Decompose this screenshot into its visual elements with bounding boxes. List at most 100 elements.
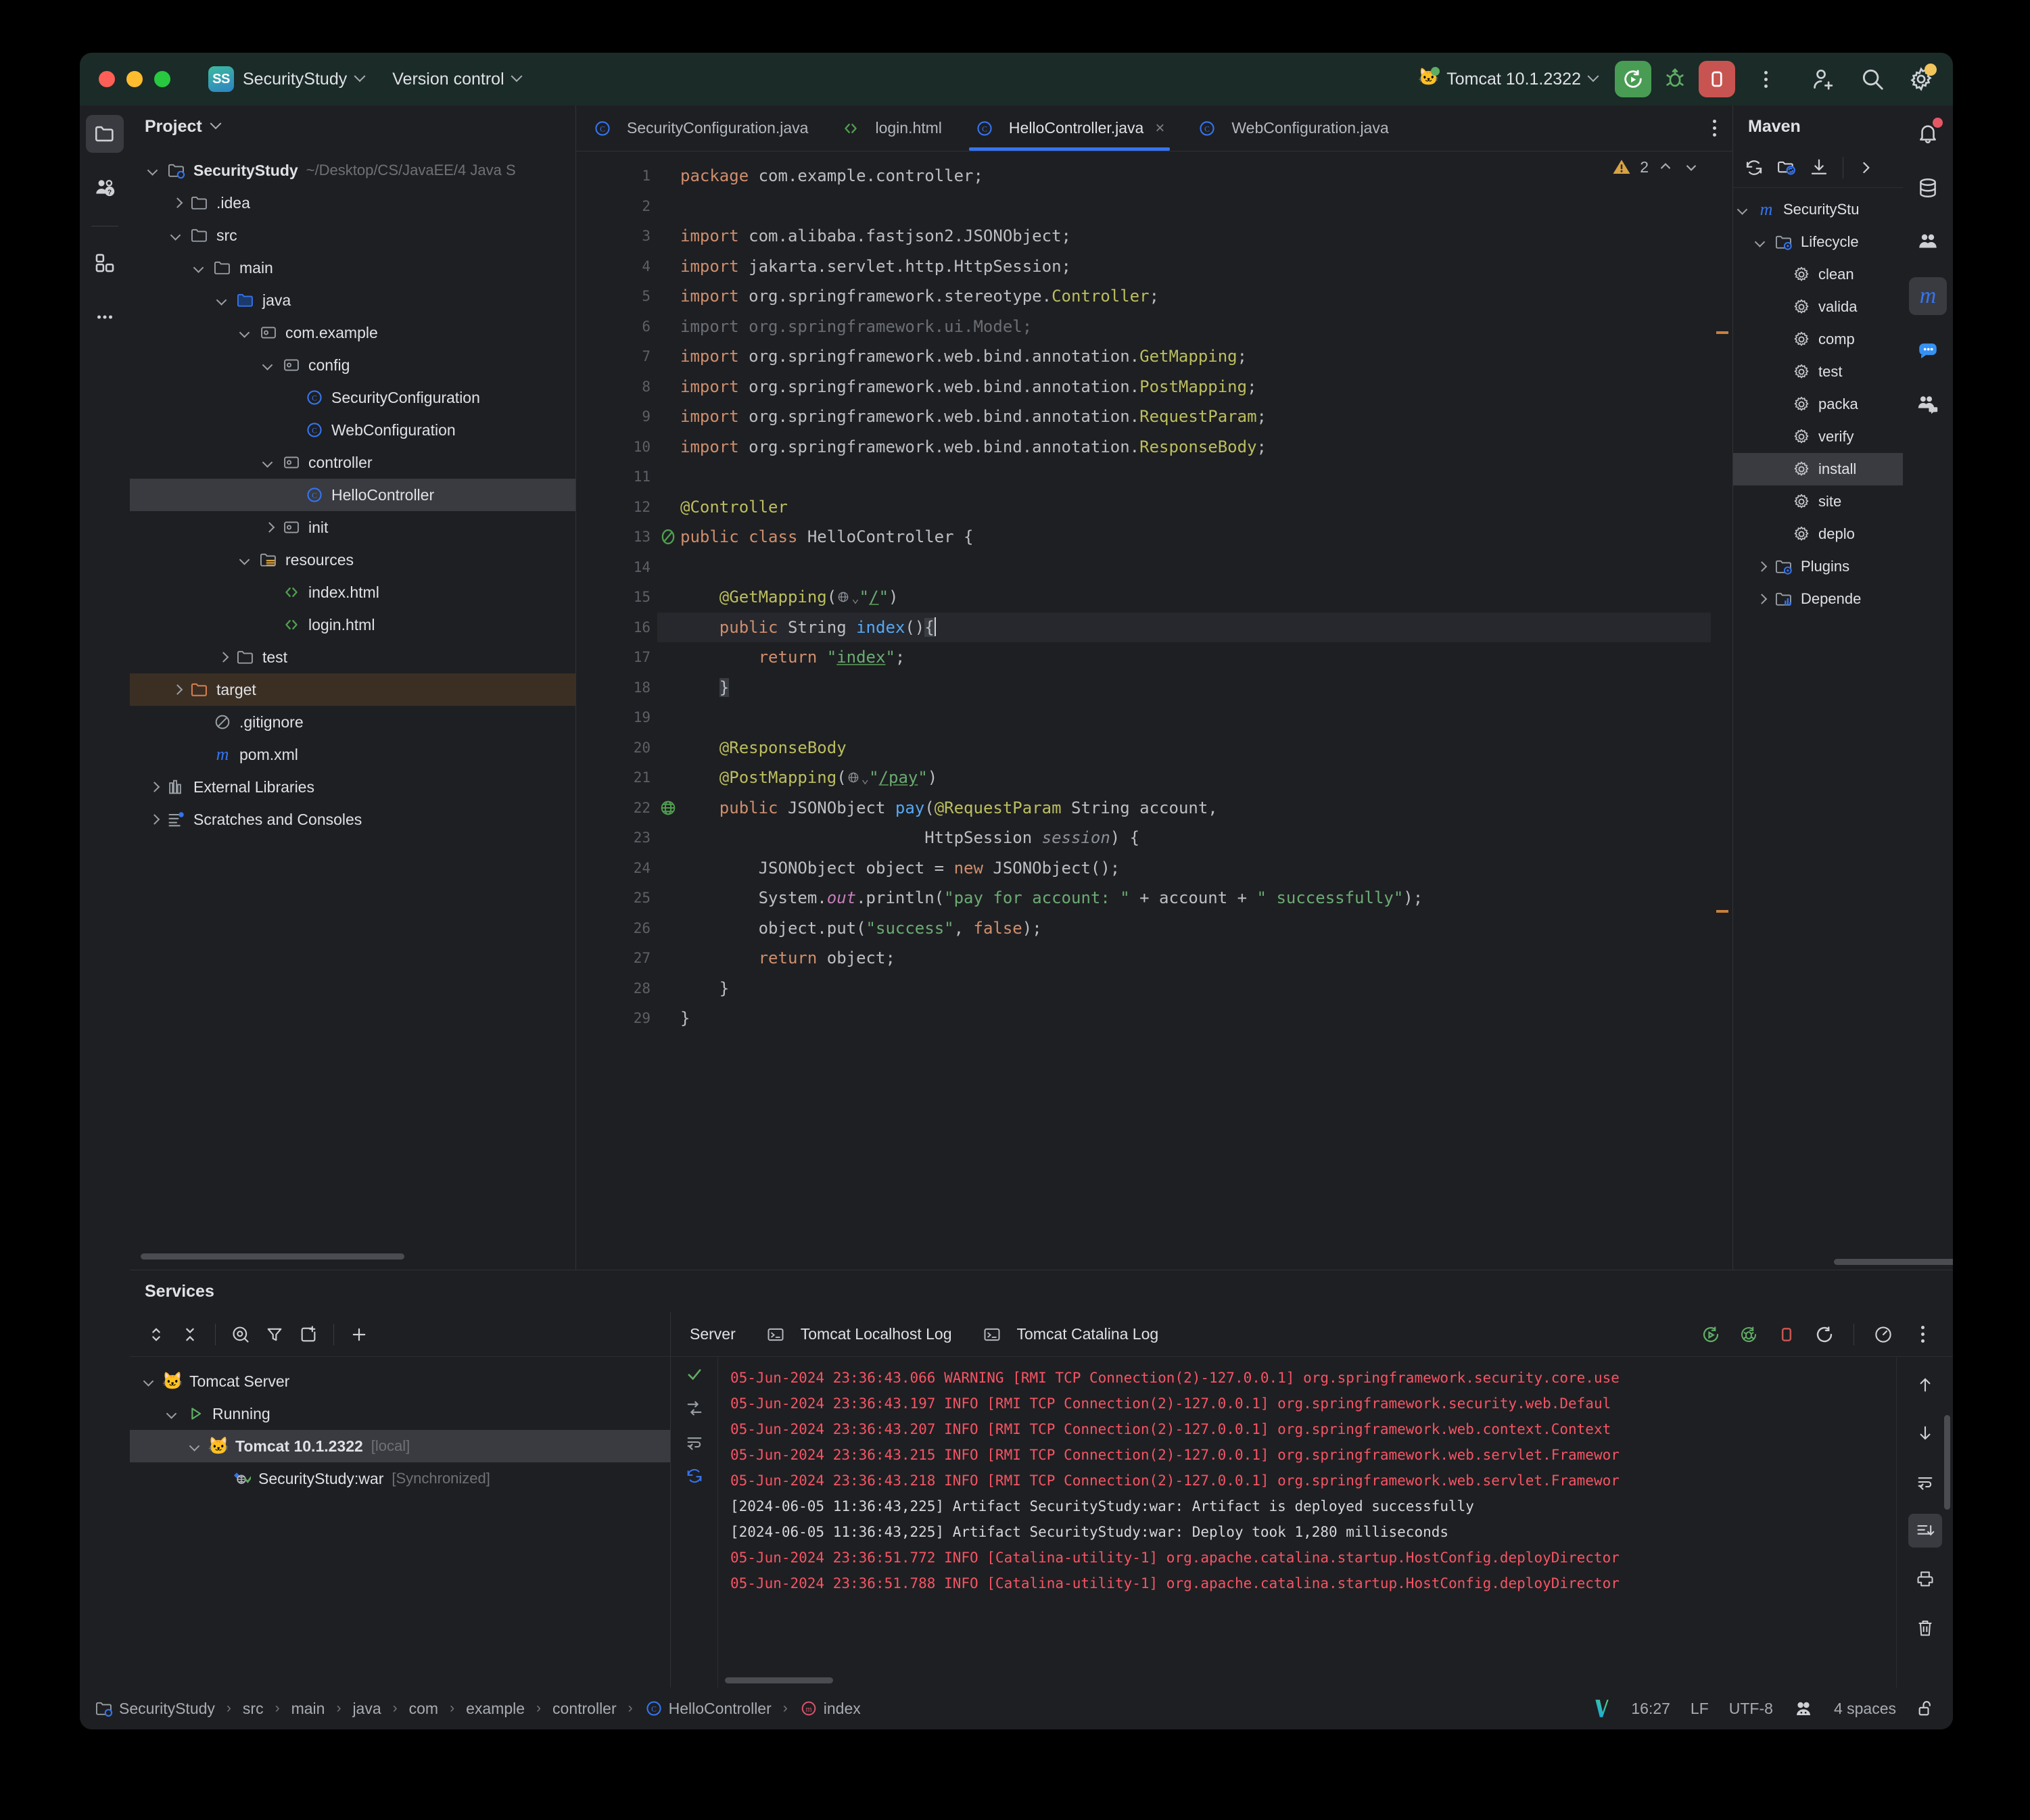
tree-item-idea[interactable]: .idea <box>130 187 575 219</box>
line-number[interactable]: 25 <box>576 883 657 913</box>
code-line[interactable] <box>680 191 1732 222</box>
line-number[interactable]: 14 <box>576 552 657 583</box>
database-icon[interactable] <box>1909 169 1947 207</box>
breadcrumb-item-securitystudy[interactable]: SecurityStudy <box>95 1699 215 1718</box>
settings-icon[interactable] <box>1904 62 1938 96</box>
maven-tree[interactable]: mSecurityStuLifecyclecleanvalidacomptest… <box>1733 188 1903 615</box>
code-editor[interactable]: 1234567891011121314151617181920212223242… <box>576 151 1732 1270</box>
service-item-tomcat-10-1-2322[interactable]: 🐱Tomcat 10.1.2322[local] <box>130 1430 670 1462</box>
code-line[interactable]: import org.springframework.web.bind.anno… <box>680 341 1732 372</box>
editor-tab-securityconfiguration-java[interactable]: CSecurityConfiguration.java <box>576 105 824 151</box>
breadcrumb-item-example[interactable]: example <box>466 1700 525 1718</box>
line-number[interactable]: 19 <box>576 702 657 733</box>
sidebar-item-more[interactable] <box>86 298 124 336</box>
breadcrumb-item-controller[interactable]: controller <box>552 1700 617 1718</box>
tree-item-login-html[interactable]: login.html <box>130 608 575 641</box>
add-account-icon[interactable] <box>1807 62 1841 96</box>
filter-arrows-icon[interactable] <box>685 1399 704 1418</box>
line-number[interactable]: 12 <box>576 492 657 523</box>
breadcrumb-item-com[interactable]: com <box>409 1700 438 1718</box>
line-number[interactable]: 1 <box>576 161 657 191</box>
tree-item-java[interactable]: java <box>130 284 575 316</box>
line-number[interactable]: 15 <box>576 582 657 613</box>
tree-item-test[interactable]: test <box>130 641 575 673</box>
filter-icon[interactable] <box>258 1318 291 1351</box>
maven-toolbar[interactable] <box>1733 147 1903 188</box>
chevron-down-icon[interactable] <box>210 118 221 129</box>
reload-project-icon[interactable] <box>1776 158 1797 178</box>
close-tab-icon[interactable]: × <box>1155 119 1164 138</box>
tree-item-init[interactable]: init <box>130 511 575 544</box>
line-number[interactable]: 2 <box>576 191 657 222</box>
stop-button[interactable] <box>1699 61 1735 97</box>
line-number[interactable]: 11 <box>576 462 657 492</box>
line-number[interactable]: 10 <box>576 432 657 462</box>
code-line[interactable]: package com.example.controller; <box>680 161 1732 191</box>
tree-item-com-example[interactable]: com.example <box>130 316 575 349</box>
code-line[interactable]: import org.springframework.web.bind.anno… <box>680 432 1732 462</box>
editor-tab-bar[interactable]: CSecurityConfiguration.javalogin.htmlCHe… <box>576 105 1732 151</box>
tree-item-securitystudy[interactable]: SecurityStudy~/Desktop/CS/JavaEE/4 Java … <box>130 154 575 187</box>
console-tab-actions[interactable] <box>1694 1318 1953 1351</box>
breadcrumb-item-index[interactable]: mindex <box>799 1699 861 1718</box>
code-line[interactable]: @PostMapping(⌄"/pay") <box>680 763 1732 793</box>
add-group-icon[interactable] <box>291 1318 325 1351</box>
code-line[interactable]: import org.springframework.web.bind.anno… <box>680 402 1732 432</box>
restart-icon[interactable] <box>1808 1318 1841 1351</box>
search-icon[interactable] <box>1856 62 1889 96</box>
services-tree[interactable]: 🐱Tomcat ServerRunning🐱Tomcat 10.1.2322[l… <box>130 1357 670 1687</box>
code-line[interactable] <box>680 552 1732 583</box>
editor-tab-hellocontroller-java[interactable]: CHelloController.java× <box>958 105 1181 151</box>
code-line[interactable]: import org.springframework.ui.Model; <box>680 312 1732 342</box>
line-number[interactable]: 29 <box>576 1003 657 1034</box>
code-line[interactable]: JSONObject object = new JSONObject(); <box>680 853 1732 884</box>
code-line[interactable]: HttpSession session) { <box>680 823 1732 853</box>
rerun-icon[interactable] <box>1694 1318 1728 1351</box>
print-icon[interactable] <box>1908 1562 1942 1596</box>
line-number[interactable]: 28 <box>576 974 657 1004</box>
reload-icon[interactable] <box>1744 158 1764 178</box>
maven-item-verify[interactable]: verify <box>1733 421 1903 453</box>
console-vscrollbar[interactable] <box>1944 1415 1950 1510</box>
tree-item-hellocontroller[interactable]: CHelloController <box>130 479 575 511</box>
rerun-button[interactable] <box>1615 61 1651 97</box>
soft-wrap-icon[interactable] <box>685 1433 704 1452</box>
line-number[interactable]: 4 <box>576 252 657 282</box>
maven-item-lifecycle[interactable]: Lifecycle <box>1733 226 1903 258</box>
sidebar-item-project[interactable] <box>86 115 124 153</box>
line-number[interactable]: 18 <box>576 673 657 703</box>
tree-item-target[interactable]: target <box>130 673 575 706</box>
maven-item-valida[interactable]: valida <box>1733 291 1903 323</box>
line-number[interactable]: 3 <box>576 221 657 252</box>
line-number[interactable]: 26 <box>576 913 657 944</box>
error-stripe[interactable] <box>1711 151 1732 1270</box>
inspection-widget[interactable]: 2 <box>1611 157 1700 177</box>
collapse-all-icon[interactable] <box>173 1318 207 1351</box>
minimize-window-button[interactable] <box>126 71 143 87</box>
expand-icon[interactable] <box>1857 159 1874 176</box>
console-hscrollbar[interactable] <box>725 1677 833 1683</box>
tree-item-pom-xml[interactable]: mpom.xml <box>130 738 575 771</box>
code-line[interactable] <box>680 702 1732 733</box>
maven-item-depende[interactable]: Depende <box>1733 583 1903 615</box>
code-line[interactable]: return "index"; <box>680 642 1732 673</box>
code-line[interactable]: } <box>680 974 1732 1004</box>
scroll-to-end-icon[interactable] <box>1908 1514 1942 1548</box>
add-icon[interactable] <box>342 1318 376 1351</box>
line-number[interactable]: 16 <box>576 613 657 643</box>
service-item-tomcat-server[interactable]: 🐱Tomcat Server <box>130 1365 670 1397</box>
code-line[interactable]: System.out.println("pay for account: " +… <box>680 883 1732 913</box>
breadcrumb-item-hellocontroller[interactable]: CHelloController <box>644 1699 772 1718</box>
rerun-debug-icon[interactable] <box>1732 1318 1766 1351</box>
chat-icon[interactable] <box>1909 331 1947 369</box>
editor-hscrollbar[interactable] <box>576 1259 1711 1270</box>
inspections-icon[interactable] <box>1793 1698 1814 1719</box>
tree-item-controller[interactable]: controller <box>130 446 575 479</box>
editor-tab-login-html[interactable]: login.html <box>824 105 958 151</box>
tree-item-resources[interactable]: resources <box>130 544 575 576</box>
tree-item-external-libraries[interactable]: External Libraries <box>130 771 575 803</box>
console-tab-bar[interactable]: ServerTomcat Localhost LogTomcat Catalin… <box>671 1312 1953 1357</box>
soft-wrap-icon[interactable] <box>1908 1465 1942 1499</box>
run-configuration-selector[interactable]: 🐱 Tomcat 10.1.2322 <box>1418 69 1597 89</box>
service-item-running[interactable]: Running <box>130 1397 670 1430</box>
